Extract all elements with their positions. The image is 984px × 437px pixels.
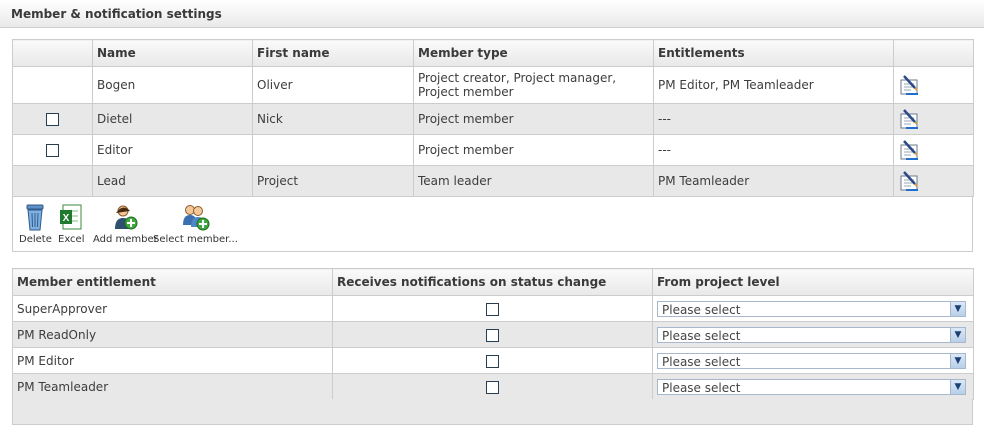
select-value: Please select — [662, 302, 741, 317]
table-row: PM ReadOnly Please select ▼ — [12, 321, 974, 348]
select-value: Please select — [662, 328, 741, 343]
receives-cell — [332, 373, 653, 400]
name-cell: Editor — [92, 134, 253, 166]
notify-checkbox[interactable] — [486, 302, 499, 316]
member-type-column-header[interactable]: Member type — [413, 39, 654, 67]
level-cell: Please select ▼ — [652, 373, 974, 400]
project-level-select[interactable]: Please select ▼ — [657, 300, 966, 317]
member-type-cell: Team leader — [413, 165, 654, 197]
edit-cell — [893, 134, 974, 166]
excel-button[interactable]: X Excel — [58, 203, 85, 245]
edit-notepad-icon[interactable] — [898, 108, 922, 130]
edit-notepad-icon[interactable] — [898, 74, 922, 96]
from-project-level-column-header: From project level — [652, 268, 974, 296]
members-table: Name First name Member type Entitlements… — [12, 39, 974, 197]
select-member-label: Select member... — [153, 234, 238, 245]
member-type-cell: Project member — [413, 134, 654, 166]
delete-label: Delete — [19, 234, 52, 245]
select-value: Please select — [662, 354, 741, 369]
row-checkbox[interactable] — [46, 113, 59, 126]
entitlements-cell: PM Teamleader — [653, 165, 894, 197]
notify-checkbox[interactable] — [486, 354, 499, 368]
chevron-down-icon: ▼ — [950, 327, 965, 342]
first-name-cell: Oliver — [252, 66, 414, 104]
name-cell: Bogen — [92, 66, 253, 104]
notifications-table: Member entitlement Receives notification… — [12, 268, 974, 400]
first-name-cell: Nick — [252, 103, 414, 135]
add-member-label: Add member — [93, 234, 158, 245]
select-value: Please select — [662, 380, 741, 395]
notifications-footer — [12, 399, 973, 425]
chevron-down-icon: ▼ — [950, 379, 965, 394]
excel-label: Excel — [58, 234, 85, 245]
edit-cell — [893, 103, 974, 135]
entitlements-cell: --- — [653, 134, 894, 166]
project-level-select[interactable]: Please select ▼ — [657, 378, 966, 395]
project-level-select[interactable]: Please select ▼ — [657, 326, 966, 343]
delete-button[interactable]: Delete — [19, 203, 52, 245]
select-column-header — [12, 39, 93, 67]
entitlements-cell: PM Editor, PM Teamleader — [653, 66, 894, 104]
entitlement-cell: PM Teamleader — [12, 373, 333, 400]
table-row: PM Teamleader Please select ▼ — [12, 373, 974, 400]
svg-text:X: X — [63, 213, 70, 224]
table-row: SuperApprover Please select ▼ — [12, 295, 974, 322]
panel-header: Member & notification settings — [0, 0, 984, 28]
member-type-cell: Project member — [413, 103, 654, 135]
add-user-icon — [115, 205, 138, 230]
edit-cell — [893, 66, 974, 104]
receives-cell — [332, 321, 653, 348]
edit-cell — [893, 165, 974, 197]
table-row: Lead Project Team leader PM Teamleader — [12, 165, 974, 197]
entitlements-cell: --- — [653, 103, 894, 135]
name-cell: Dietel — [92, 103, 253, 135]
receives-notifications-column-header: Receives notifications on status change — [332, 268, 653, 296]
member-entitlement-column-header: Member entitlement — [12, 268, 333, 296]
entitlements-column-header[interactable]: Entitlements — [653, 39, 894, 67]
notify-checkbox[interactable] — [486, 328, 499, 342]
table-row: PM Editor Please select ▼ — [12, 347, 974, 374]
entitlement-cell: SuperApprover — [12, 295, 333, 322]
chevron-down-icon: ▼ — [950, 353, 965, 368]
chevron-down-icon: ▼ — [950, 301, 965, 316]
select-cell — [12, 103, 93, 135]
level-cell: Please select ▼ — [652, 295, 974, 322]
name-cell: Lead — [92, 165, 253, 197]
trash-can-icon — [26, 204, 44, 231]
first-name-column-header[interactable]: First name — [252, 39, 414, 67]
select-cell — [12, 165, 93, 197]
first-name-cell — [252, 134, 414, 166]
select-cell — [12, 134, 93, 166]
table-row: Editor Project member --- — [12, 134, 974, 166]
level-cell: Please select ▼ — [652, 347, 974, 374]
select-member-button[interactable]: Select member... — [153, 203, 238, 245]
edit-column-header — [893, 39, 974, 67]
level-cell: Please select ▼ — [652, 321, 974, 348]
name-column-header[interactable]: Name — [92, 39, 253, 67]
excel-icon: X — [60, 204, 82, 230]
panel-title: Member & notification settings — [11, 7, 222, 21]
select-users-icon — [183, 205, 210, 231]
edit-notepad-icon[interactable] — [898, 170, 922, 192]
project-level-select[interactable]: Please select ▼ — [657, 352, 966, 369]
select-cell — [12, 66, 93, 104]
receives-cell — [332, 347, 653, 374]
member-type-cell: Project creator, Project manager, Projec… — [413, 66, 654, 104]
row-checkbox[interactable] — [46, 144, 59, 157]
table-row: Bogen Oliver Project creator, Project ma… — [12, 66, 974, 104]
receives-cell — [332, 295, 653, 322]
members-toolbar: Delete X Excel Add member Select member.… — [12, 197, 973, 252]
members-header-row: Name First name Member type Entitlements — [12, 39, 974, 67]
add-member-button[interactable]: Add member — [93, 203, 158, 245]
entitlement-cell: PM ReadOnly — [12, 321, 333, 348]
entitlement-cell: PM Editor — [12, 347, 333, 374]
first-name-cell: Project — [252, 165, 414, 197]
notify-checkbox[interactable] — [486, 380, 499, 394]
edit-notepad-icon[interactable] — [898, 139, 922, 161]
table-row: Dietel Nick Project member --- — [12, 103, 974, 135]
notifications-header-row: Member entitlement Receives notification… — [12, 268, 974, 296]
